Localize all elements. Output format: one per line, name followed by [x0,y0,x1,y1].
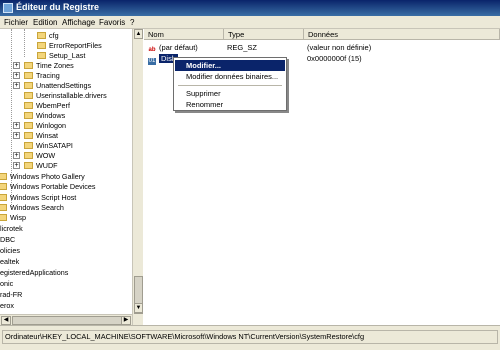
menu-view[interactable]: Affichage [62,18,95,27]
menu-bar: Fichier Edition Affichage Favoris ? [0,16,500,29]
tree-item-windows-search[interactable]: Windows Search [0,203,64,213]
value-type: REG_SZ [227,43,258,52]
tree-horizontal-scrollbar[interactable]: ◀ ▶ [0,314,132,325]
menu-item-delete[interactable]: Supprimer [175,88,285,99]
tree-item-realtek[interactable]: ealtek [0,257,19,267]
menu-favorites[interactable]: Favoris [99,18,125,27]
column-header-name[interactable]: Nom [144,29,224,40]
tree-item-winsatapi[interactable]: WinSATAPI [24,141,73,151]
value-data: 0x0000000f (15) [307,54,362,63]
menu-edit[interactable]: Edition [33,18,57,27]
folder-icon [24,82,33,89]
tree-item-setup-last[interactable]: Setup_Last [37,51,85,61]
tree-item-windows-portable-devices[interactable]: Windows Portable Devices [0,182,96,192]
folder-icon [37,42,46,49]
tree-item-unattendsettings[interactable]: UnattendSettings [24,81,91,91]
folder-icon [0,214,7,221]
scroll-left-icon[interactable]: ◀ [1,316,11,325]
tree-item-time-zones[interactable]: Time Zones [24,61,74,71]
scroll-right-icon[interactable]: ▶ [121,316,131,325]
tree-item-windows[interactable]: Windows [24,111,65,121]
tree-item-xerox[interactable]: erox [0,301,14,311]
tree-guide-line [24,29,25,57]
scroll-down-icon[interactable]: ▼ [134,303,143,313]
expand-icon[interactable]: + [13,72,20,79]
tree-item-windows-script-host[interactable]: Windows Script Host [0,193,76,203]
dword-value-icon: 01 [148,58,156,65]
tree-item-windows-photo-gallery[interactable]: Windows Photo Gallery [0,172,85,182]
tree-item-cfg[interactable]: cfg [37,31,59,41]
tree-vertical-scrollbar[interactable]: ▲ ▼ [132,29,143,325]
tree-item-wisp[interactable]: Wisp [0,213,26,223]
expand-icon[interactable]: + [13,82,20,89]
folder-icon [0,183,7,190]
tree-item-wow[interactable]: WOW [24,151,55,161]
registry-tree[interactable]: cfg ErrorReportFiles Setup_Last + Time Z… [0,29,143,325]
menu-item-modify-binary[interactable]: Modifier données binaires... [175,71,285,82]
tree-item-userinstallable-drivers[interactable]: Userinstallable.drivers [24,91,107,101]
title-bar: Éditeur du Registre [0,0,500,16]
expand-icon[interactable]: + [13,132,20,139]
tree-item-registeredapplications[interactable]: egisteredApplications [0,268,68,278]
menu-file[interactable]: Fichier [4,18,28,27]
registry-editor-icon [3,3,13,13]
status-bar: Ordinateur\HKEY_LOCAL_MACHINE\SOFTWARE\M… [0,325,500,350]
folder-icon [24,162,33,169]
folder-icon [37,52,46,59]
folder-icon [24,122,33,129]
folder-icon [24,112,33,119]
tree-item-winsat[interactable]: Winsat [24,131,58,141]
scroll-up-icon[interactable]: ▲ [134,29,143,39]
folder-icon [24,132,33,139]
tree-item-microtek[interactable]: licrotek [0,224,23,234]
menu-help[interactable]: ? [130,18,134,27]
menu-item-modify[interactable]: Modifier... [175,60,285,71]
expand-icon[interactable]: + [13,122,20,129]
tree-item-policies[interactable]: olicies [0,246,20,256]
folder-icon [37,32,46,39]
value-name: ab (par défaut) [148,43,198,53]
tree-item-errorreportfiles[interactable]: ErrorReportFiles [37,41,102,51]
folder-icon [0,204,7,211]
registry-path: Ordinateur\HKEY_LOCAL_MACHINE\SOFTWARE\M… [2,330,498,344]
value-data: (valeur non définie) [307,43,372,52]
tree-item-odbc[interactable]: DBC [0,235,15,245]
column-header-data[interactable]: Données [304,29,500,40]
tree-item-sonic[interactable]: onic [0,279,13,289]
tree-item-grad-fr[interactable]: rad-FR [0,290,22,300]
folder-icon [24,142,33,149]
folder-icon [24,62,33,69]
tree-item-wudf[interactable]: WUDF [24,161,58,171]
folder-icon [24,152,33,159]
tree-item-wbemperf[interactable]: WbemPerf [24,101,70,111]
menu-item-rename[interactable]: Renommer [175,99,285,110]
context-menu: Modifier... Modifier données binaires...… [173,57,287,111]
tree-item-tracing[interactable]: Tracing [24,71,60,81]
window-title: Éditeur du Registre [16,2,100,12]
folder-icon [0,173,7,180]
tree-item-winlogon[interactable]: Winlogon [24,121,66,131]
folder-icon [24,92,33,99]
folder-icon [24,102,33,109]
expand-icon[interactable]: + [13,62,20,69]
folder-icon [24,72,33,79]
expand-icon[interactable]: + [13,152,20,159]
scrollbar-thumb[interactable] [12,316,122,325]
column-header-type[interactable]: Type [224,29,304,40]
expand-icon[interactable]: + [13,162,20,169]
folder-icon [0,194,7,201]
menu-separator [178,85,282,86]
